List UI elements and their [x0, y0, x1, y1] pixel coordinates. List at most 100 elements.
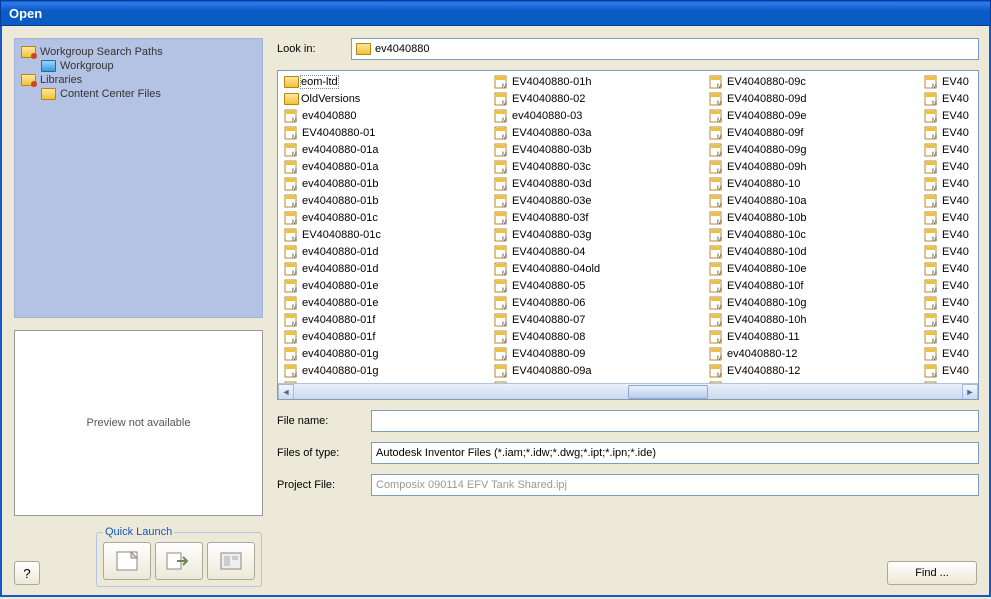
file-item[interactable]: MEV4040880-09h: [705, 158, 920, 175]
file-item[interactable]: MEV4040880-10a: [705, 192, 920, 209]
tree-item[interactable]: Content Center Files: [19, 87, 258, 101]
file-item[interactable]: MEV4040880-06: [490, 294, 705, 311]
file-item[interactable]: MEV40: [920, 90, 976, 107]
file-label: EV4040880-08: [512, 331, 585, 343]
file-item[interactable]: MEV4040880-01: [280, 124, 490, 141]
file-item[interactable]: MEV40: [920, 277, 976, 294]
tree-item[interactable]: Workgroup Search Paths: [19, 45, 258, 59]
file-item[interactable]: MEV4040880-11: [705, 328, 920, 345]
file-item[interactable]: Mev4040880-01d: [280, 260, 490, 277]
file-item[interactable]: MEV4040880-09: [490, 345, 705, 362]
file-item[interactable]: MEV4040880-09e: [705, 107, 920, 124]
file-item[interactable]: MEV4040880-09d: [705, 90, 920, 107]
folder-item[interactable]: eom-ltd: [280, 73, 490, 90]
file-item[interactable]: MEV40: [920, 73, 976, 90]
file-item[interactable]: MEV4040880-01c: [280, 226, 490, 243]
file-item[interactable]: MEV40: [920, 345, 976, 362]
file-item[interactable]: MEV4040880-03d: [490, 175, 705, 192]
file-item[interactable]: MEV4040880-07: [490, 311, 705, 328]
file-item[interactable]: MEV4040880-04old: [490, 260, 705, 277]
inventor-file-icon: M: [494, 75, 510, 89]
svg-text:M: M: [717, 203, 722, 208]
file-label: ev4040880-01a: [302, 144, 378, 156]
file-item[interactable]: MEV4040880-03b: [490, 141, 705, 158]
file-item[interactable]: MEV4040880-10: [705, 175, 920, 192]
file-item[interactable]: Mev4040880-01c: [280, 209, 490, 226]
file-item[interactable]: MEV4040880-10d: [705, 243, 920, 260]
file-item[interactable]: MEV40: [920, 226, 976, 243]
file-item[interactable]: MEV40: [920, 311, 976, 328]
file-item[interactable]: Mev4040880-01b: [280, 192, 490, 209]
file-item[interactable]: MEV4040880-05: [490, 277, 705, 294]
file-item[interactable]: MEV40: [920, 328, 976, 345]
file-item[interactable]: MEV4040880-04: [490, 243, 705, 260]
file-item[interactable]: MEV4040880-03e: [490, 192, 705, 209]
file-item[interactable]: MEV4040880-03g: [490, 226, 705, 243]
scroll-right-arrow[interactable]: ►: [962, 384, 978, 400]
file-item[interactable]: MEV4040880-09c: [705, 73, 920, 90]
file-item[interactable]: MEV40: [920, 158, 976, 175]
file-item[interactable]: MEV4040880-10b: [705, 209, 920, 226]
folder-item[interactable]: OldVersions: [280, 90, 490, 107]
quick-launch-export-button[interactable]: [155, 542, 203, 580]
svg-text:M: M: [502, 322, 507, 327]
file-item[interactable]: MEV40: [920, 192, 976, 209]
inventor-file-icon: M: [284, 109, 300, 123]
filename-input[interactable]: [371, 410, 979, 432]
file-item[interactable]: MEV40: [920, 260, 976, 277]
file-item[interactable]: MEV4040880-09g: [705, 141, 920, 158]
file-item[interactable]: Mev4040880-01a: [280, 158, 490, 175]
tree-item[interactable]: Libraries: [19, 73, 258, 87]
document-icon: [113, 550, 141, 572]
file-item[interactable]: Mev4040880-01a: [280, 141, 490, 158]
filetype-combobox[interactable]: Autodesk Inventor Files (*.iam;*.idw;*.d…: [371, 442, 979, 464]
lookin-combobox[interactable]: ev4040880: [351, 38, 979, 60]
file-item[interactable]: MEV40: [920, 294, 976, 311]
svg-text:M: M: [717, 356, 722, 361]
file-item[interactable]: MEV40: [920, 209, 976, 226]
file-item[interactable]: Mev4040880-01d: [280, 243, 490, 260]
file-list[interactable]: eom-ltdOldVersionsMev4040880MEV4040880-0…: [277, 70, 979, 400]
file-item[interactable]: Mev4040880-01f: [280, 311, 490, 328]
file-item[interactable]: Mev4040880-01e: [280, 277, 490, 294]
inventor-file-icon: M: [709, 75, 725, 89]
file-item[interactable]: MEV40: [920, 175, 976, 192]
file-item[interactable]: Mev4040880-01g: [280, 345, 490, 362]
file-item[interactable]: MEV4040880-10f: [705, 277, 920, 294]
file-item[interactable]: Mev4040880-03: [490, 107, 705, 124]
file-item[interactable]: MEV40: [920, 107, 976, 124]
file-item[interactable]: Mev4040880-01f: [280, 328, 490, 345]
tree-item[interactable]: Workgroup: [19, 59, 258, 73]
quick-launch-new-button[interactable]: [103, 542, 151, 580]
help-button[interactable]: ?: [14, 561, 40, 585]
find-button[interactable]: Find ...: [887, 561, 977, 585]
file-item[interactable]: MEV4040880-12: [705, 362, 920, 379]
file-item[interactable]: Mev4040880: [280, 107, 490, 124]
file-item[interactable]: MEV4040880-09f: [705, 124, 920, 141]
file-item[interactable]: MEV4040880-10g: [705, 294, 920, 311]
file-item[interactable]: MEV4040880-10c: [705, 226, 920, 243]
horizontal-scrollbar[interactable]: ◄ ►: [278, 383, 978, 399]
svg-text:M: M: [717, 237, 722, 242]
scroll-thumb[interactable]: [628, 385, 708, 399]
file-item[interactable]: MEV40: [920, 362, 976, 379]
file-item[interactable]: Mev4040880-12: [705, 345, 920, 362]
file-item[interactable]: MEV4040880-09a: [490, 362, 705, 379]
file-item[interactable]: MEV4040880-03c: [490, 158, 705, 175]
file-item[interactable]: MEV4040880-10h: [705, 311, 920, 328]
file-item[interactable]: Mev4040880-01e: [280, 294, 490, 311]
scroll-left-arrow[interactable]: ◄: [278, 384, 294, 400]
file-item[interactable]: MEV4040880-02: [490, 90, 705, 107]
quick-launch-template-button[interactable]: [207, 542, 255, 580]
file-item[interactable]: MEV4040880-08: [490, 328, 705, 345]
file-item[interactable]: MEV4040880-01h: [490, 73, 705, 90]
places-tree[interactable]: Workgroup Search PathsWorkgroupLibraries…: [14, 38, 263, 318]
file-item[interactable]: MEV40: [920, 124, 976, 141]
file-item[interactable]: MEV40: [920, 243, 976, 260]
file-item[interactable]: MEV40: [920, 141, 976, 158]
file-item[interactable]: Mev4040880-01b: [280, 175, 490, 192]
file-item[interactable]: MEV4040880-10e: [705, 260, 920, 277]
file-item[interactable]: MEV4040880-03f: [490, 209, 705, 226]
file-item[interactable]: MEV4040880-03a: [490, 124, 705, 141]
file-item[interactable]: Mev4040880-01g: [280, 362, 490, 379]
